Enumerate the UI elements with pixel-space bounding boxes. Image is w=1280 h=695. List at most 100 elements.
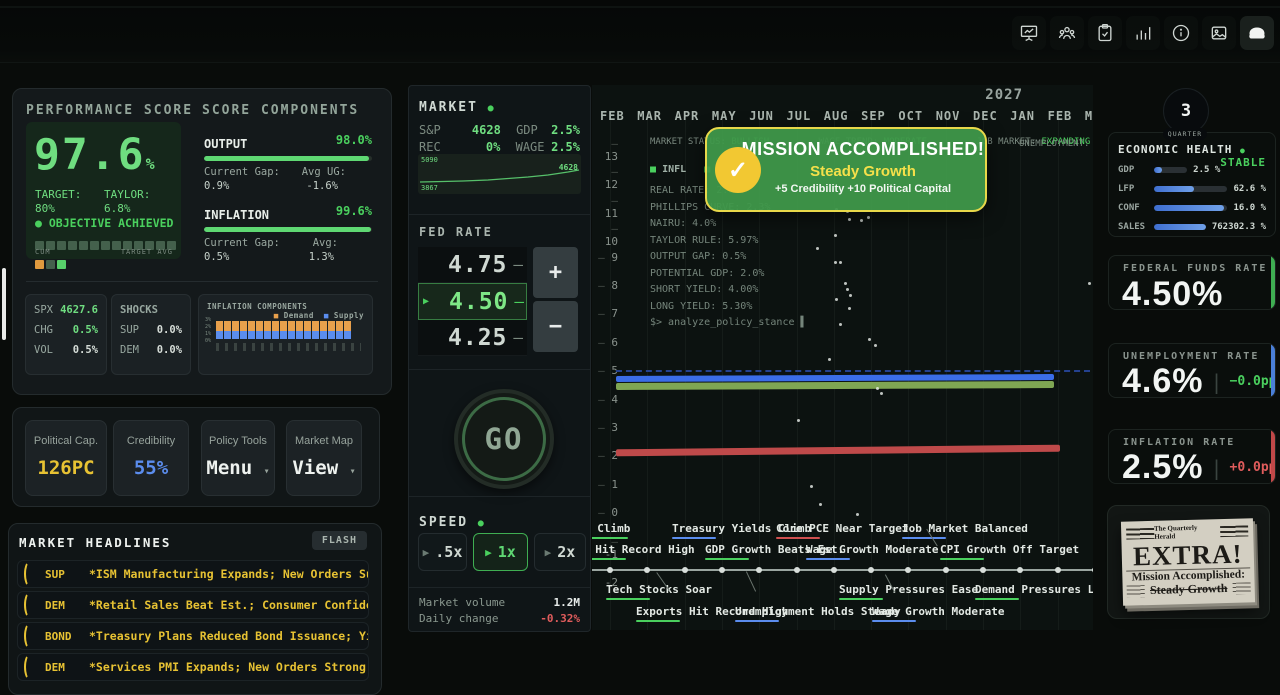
- spx-row: SPX4627.6: [34, 304, 98, 316]
- bar-chart-icon[interactable]: [1126, 16, 1160, 50]
- mini-y-axis: 3%2%1%0%: [205, 317, 211, 345]
- market-map-dropdown[interactable]: Market Map View ▾: [286, 420, 362, 496]
- inflation-value: 99.6%: [336, 204, 372, 218]
- event-label: Wage Growth Moderate: [872, 605, 1004, 622]
- headline-row[interactable]: DEM*Retail Sales Beat Est.; Consumer Con…: [17, 591, 369, 619]
- policy-tools-dropdown[interactable]: Policy Tools Menu ▾: [201, 420, 275, 496]
- newspaper-line2: Steady Growth: [1150, 581, 1228, 598]
- event-label: Core PCE Near Target: [776, 522, 908, 539]
- go-button[interactable]: GO: [454, 389, 554, 489]
- spx-stats-box: SPX4627.6 CHG0.5% VOL0.5%: [25, 294, 107, 375]
- headline-bracket-icon: [24, 592, 35, 618]
- rate-increase-button[interactable]: +: [533, 247, 578, 298]
- rate-selector: 4.75– ▶ 4.50– 4.25–: [418, 247, 527, 356]
- economic-health-header: ECONOMIC HEALTH ● STABLE: [1118, 143, 1266, 156]
- objective-status: ● OBJECTIVE ACHIEVED: [35, 216, 173, 230]
- headlines-title: MARKET HEADLINES: [19, 535, 171, 550]
- event-label: s Climb: [592, 522, 630, 539]
- shocks-box: SHOCKS SUP0.0% DEM0.0%: [111, 294, 191, 375]
- speed-1x-button[interactable]: ▶1x: [473, 533, 528, 571]
- unemployment-status: UNEMPLOYMENT: LOW: [1019, 139, 1093, 149]
- presentation-chart-icon[interactable]: [1012, 16, 1046, 50]
- health-row: SALES762302.3 %: [1118, 222, 1266, 232]
- target-avg-label: TARGET AVG: [121, 248, 173, 256]
- inflation-components-bars: [216, 321, 351, 339]
- speed-half-button[interactable]: ▶.5x: [418, 533, 467, 571]
- event-label: Tech Stocks Soar: [606, 583, 712, 600]
- newspaper: The Quarterly Herald EXTRA! Mission Acco…: [1121, 518, 1255, 605]
- score-square: [57, 260, 66, 269]
- event-connector: [746, 571, 756, 591]
- event-label: Supply Pressures Ease: [839, 583, 978, 600]
- rate-decrease-button[interactable]: −: [533, 301, 578, 352]
- top-icon-row: [1012, 16, 1274, 50]
- taylor-label: TAYLOR:: [104, 188, 150, 201]
- headline-row[interactable]: DEM*Services PMI Expands; New Orders Str…: [17, 653, 369, 681]
- shocks-title: SHOCKS: [120, 304, 182, 316]
- event-label: CPI Growth Off Target: [940, 543, 1079, 560]
- unemployment-line: [616, 381, 1054, 390]
- sp500-sparkline: 5090 3867 4628: [418, 154, 581, 194]
- inflation-bar: [204, 227, 371, 232]
- headline-row[interactable]: BOND*Treasury Plans Reduced Bond Issuanc…: [17, 622, 369, 650]
- target-label: TARGET:: [35, 188, 81, 201]
- chart-year-label: 2027: [985, 87, 1023, 103]
- health-row: GDP2.5 %: [1118, 165, 1220, 175]
- unemployment-delta: −0.0pp: [1230, 374, 1276, 389]
- clipboard-check-icon[interactable]: [1088, 16, 1122, 50]
- headline-bracket-icon: [24, 654, 35, 680]
- selected-arrow-icon: ▶: [423, 296, 429, 307]
- market-readouts: S&P 4628 GDP 2.5% REC 0% WAGE 2.5%: [409, 115, 590, 154]
- score-square: [68, 241, 77, 250]
- score-square: [35, 260, 44, 269]
- market-map-value[interactable]: View ▾: [287, 457, 361, 479]
- speed-header: SPEED ●: [419, 511, 484, 530]
- newspaper-frame[interactable]: The Quarterly Herald EXTRA! Mission Acco…: [1107, 505, 1270, 619]
- chat-blob-icon[interactable]: [1240, 16, 1274, 50]
- performance-score-title: PERFORMANCE SCORE: [26, 103, 193, 118]
- rate-option-475[interactable]: 4.75–: [418, 247, 527, 283]
- left-drawer-handle[interactable]: [2, 268, 6, 340]
- performance-score-box: 97.6% TARGET: TAYLOR: 80% 6.8% ● OBJECTI…: [26, 122, 181, 259]
- dem-row: DEM0.0%: [120, 344, 182, 356]
- card-accent: [1271, 344, 1275, 397]
- policy-tools-value[interactable]: Menu ▾: [202, 457, 274, 479]
- legend-swatch-icon: ■: [650, 164, 656, 175]
- unemployment-rate-card: UNEMPLOYMENT RATE 4.6% | −0.0pp: [1108, 343, 1276, 398]
- image-icon[interactable]: [1202, 16, 1236, 50]
- inflation-label: INFLATION: [204, 208, 269, 222]
- info-icon[interactable]: [1164, 16, 1198, 50]
- play-icon: ▶: [485, 546, 492, 559]
- fed-rate-title: FED RATE: [419, 225, 493, 239]
- economic-health-rows: GDP2.5 %LFP62.6 %CONF16.0 %SALES762302.3…: [1109, 165, 1275, 232]
- vol-row: VOL0.5%: [34, 344, 98, 356]
- quick-stats-panel: Political Cap. 126PC Credibility 55% Pol…: [12, 407, 380, 507]
- fed-simulator-app: { "topbar": { "icons": ["presentation-ch…: [0, 0, 1280, 664]
- newspaper-column: [1233, 582, 1251, 594]
- score-square: [112, 241, 121, 250]
- rate-option-450-selected[interactable]: ▶ 4.50–: [418, 283, 527, 320]
- daily-change-row: Daily change-0.32%: [419, 612, 580, 625]
- mission-reward: +5 Credibility +10 Political Capital: [741, 183, 985, 195]
- chevron-down-icon: ▾: [350, 466, 356, 477]
- sup-row: SUP0.0%: [120, 324, 182, 336]
- live-dot-icon: ●: [488, 103, 494, 114]
- masthead-lines-icon: [1126, 527, 1154, 539]
- rate-option-425[interactable]: 4.25–: [418, 320, 527, 356]
- flash-button[interactable]: FLASH: [312, 531, 367, 550]
- inflation-components-box: INFLATION COMPONENTS ■ Demand ■ Supply 3…: [198, 294, 373, 375]
- headline-row[interactable]: SUP*ISM Manufacturing Expands; New Order…: [17, 560, 369, 588]
- market-volume-row: Market volume1.2M: [419, 596, 580, 609]
- score-square: [57, 241, 66, 250]
- event-label: s Hit Record High: [592, 543, 695, 560]
- objective-dot-icon: ●: [35, 216, 49, 230]
- headline-bracket-icon: [24, 561, 35, 587]
- users-icon[interactable]: [1050, 16, 1084, 50]
- speed-2x-button[interactable]: ▶2x: [534, 533, 586, 571]
- inflation-rate-card: INFLATION RATE 2.5% | +0.0pp: [1108, 429, 1276, 484]
- inflation-components-legend: ■ Demand ■ Supply: [274, 311, 364, 320]
- taylor-value: 6.8%: [104, 202, 131, 215]
- play-icon: ▶: [545, 546, 552, 559]
- control-column: MARKET ● S&P 4628 GDP 2.5% REC 0% WAGE 2…: [408, 85, 591, 632]
- output-gap-labels: Current Gap: Avg UG:: [204, 166, 372, 178]
